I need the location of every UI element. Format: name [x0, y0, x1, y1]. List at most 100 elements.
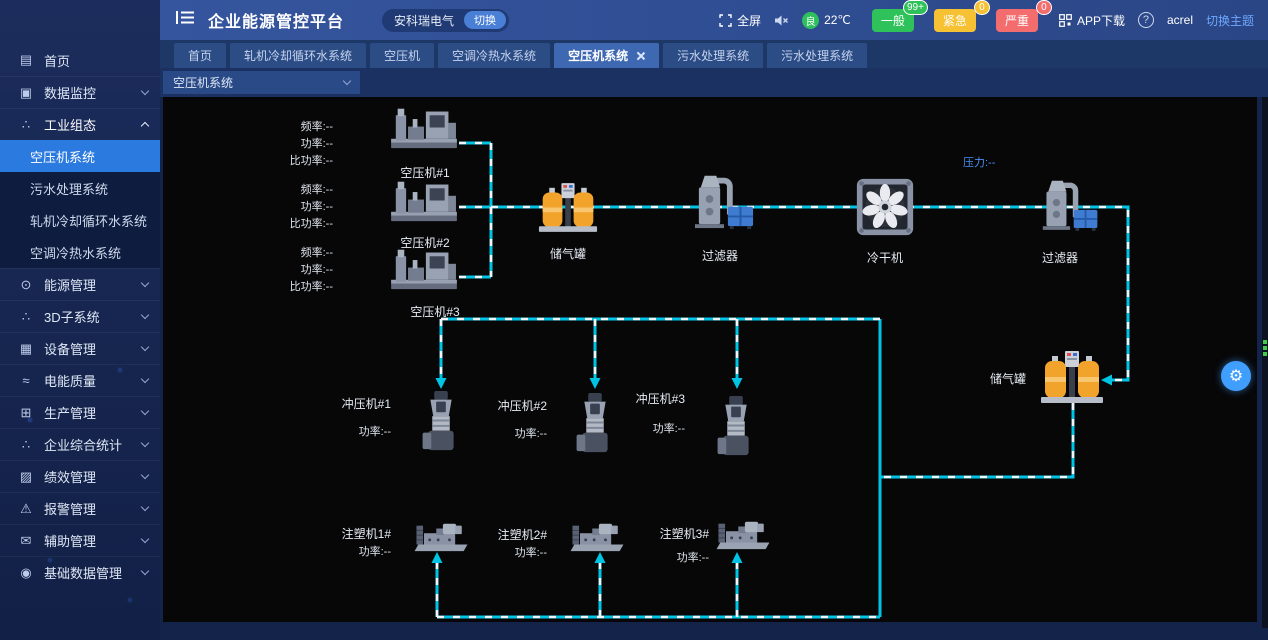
- equipment-label: 注塑机2#: [481, 526, 547, 543]
- power-value: 功率:--: [483, 425, 547, 441]
- sidebar-subitem-hvac-water[interactable]: 空调冷热水系统: [0, 236, 160, 268]
- freq-value: 频率:--: [258, 182, 333, 199]
- equipment-label: 冲压机#1: [327, 395, 391, 412]
- sidebar-item-label: 能源管理: [44, 275, 142, 294]
- sidebar-item-label: 首页: [44, 51, 148, 70]
- refrigerated-dryer: [854, 177, 916, 237]
- power-quality-icon: ≈: [18, 373, 34, 388]
- sidebar-item-label: 企业综合统计: [44, 435, 142, 454]
- tab-bar: 首页 轧机冷却循环水系统 空压机 空调冷热水系统 空压机系统 污水处理系统 污水…: [160, 40, 1268, 68]
- sidebar-item-base-data[interactable]: ◉ 基础数据管理: [0, 556, 160, 588]
- sidebar-subitem-label: 污水处理系统: [30, 179, 108, 198]
- power-value: 功率:--: [258, 199, 333, 216]
- tab-home[interactable]: 首页: [174, 43, 226, 68]
- fullscreen-button[interactable]: 全屏: [719, 12, 761, 29]
- toolbar: 空压机系统: [160, 68, 1268, 97]
- sidebar-subitem-mill-cooling[interactable]: 轧机冷却循环水系统: [0, 204, 160, 236]
- company-selector: 安科瑞电气 切换: [382, 9, 509, 32]
- pressure-value: 压力:--: [963, 154, 995, 170]
- sidebar-item-label: 生产管理: [44, 403, 142, 422]
- sidebar-item-3d[interactable]: ∴ 3D子系统: [0, 300, 160, 332]
- performance-icon: ▨: [18, 469, 34, 485]
- power-value: 功率:--: [325, 543, 391, 559]
- sidebar-item-auxiliary[interactable]: ✉ 辅助管理: [0, 524, 160, 556]
- punch-machine-2: [573, 391, 617, 455]
- alarm-badge-general[interactable]: 一般 99+: [872, 9, 914, 32]
- base-data-icon: ◉: [18, 565, 34, 581]
- air-quality-badge: 良: [802, 12, 819, 29]
- sidebar-logo-area: [0, 0, 160, 44]
- sidebar-subitem-sewage[interactable]: 污水处理系统: [0, 172, 160, 204]
- sidebar-item-power-quality[interactable]: ≈ 电能质量: [0, 364, 160, 396]
- equipment-label: 空压机#3: [395, 303, 475, 320]
- system-select-value: 空压机系统: [173, 74, 233, 91]
- equipment-label: 注塑机3#: [643, 525, 709, 542]
- chevron-down-icon: [141, 87, 149, 95]
- production-icon: ⊞: [18, 405, 34, 421]
- sidebar-item-performance[interactable]: ▨ 绩效管理: [0, 460, 160, 492]
- chevron-down-icon: [141, 535, 149, 543]
- sidebar-subitem-label: 空压机系统: [30, 147, 95, 166]
- injection-machine-3: [715, 518, 771, 552]
- chevron-down-icon: [141, 279, 149, 287]
- help-icon[interactable]: ?: [1138, 12, 1154, 28]
- sidebar-item-alarm[interactable]: ⚠ 报警管理: [0, 492, 160, 524]
- alarm-badge-urgent[interactable]: 紧急 0: [934, 9, 976, 32]
- tab-sewage-2[interactable]: 污水处理系统: [767, 43, 867, 68]
- energy-gauge-icon: ⊙: [18, 277, 34, 293]
- equipment-label: 储气罐: [538, 245, 598, 262]
- app-download-button[interactable]: APP下载: [1059, 12, 1125, 29]
- tab-air-compressor-short[interactable]: 空压机: [370, 43, 434, 68]
- specific-power-value: 比功率:--: [258, 153, 333, 170]
- tab-hvac-water[interactable]: 空调冷热水系统: [438, 43, 550, 68]
- alarm-count-badge: 0: [974, 0, 990, 15]
- sidebar-subitem-label: 轧机冷却循环水系统: [30, 211, 147, 230]
- sidebar-item-device[interactable]: ▦ 设备管理: [0, 332, 160, 364]
- tab-mill-cooling[interactable]: 轧机冷却循环水系统: [230, 43, 366, 68]
- sidebar-item-label: 基础数据管理: [44, 563, 142, 582]
- air-compressor-3: [388, 245, 460, 292]
- punch-machine-1: [419, 389, 463, 453]
- sidebar-item-industrial-scada[interactable]: ∴ 工业组态: [0, 108, 160, 140]
- air-compressor-2: [388, 177, 460, 224]
- username-label[interactable]: acrel: [1167, 13, 1193, 27]
- content-area: 空压机#1 频率:-- 功率:-- 比功率:-- 空压机#2 频率:-- 功率:…: [160, 97, 1268, 640]
- gas-tank-1: [538, 180, 598, 235]
- power-value: 功率:--: [327, 423, 391, 439]
- chevron-up-icon: [141, 122, 149, 130]
- auxiliary-icon: ✉: [18, 533, 34, 549]
- sidebar-item-production[interactable]: ⊞ 生产管理: [0, 396, 160, 428]
- sidebar-subitem-air-compressor[interactable]: 空压机系统: [0, 140, 160, 172]
- injection-machine-1: [413, 520, 469, 554]
- menu-collapse-icon[interactable]: [176, 10, 194, 30]
- sidebar-item-energy[interactable]: ⊙ 能源管理: [0, 268, 160, 300]
- sidebar-item-home[interactable]: ▤ 首页: [0, 44, 160, 76]
- specific-power-value: 比功率:--: [258, 216, 333, 233]
- mute-button[interactable]: [774, 14, 789, 27]
- tab-sewage-1[interactable]: 污水处理系统: [663, 43, 763, 68]
- chevron-down-icon: [141, 439, 149, 447]
- equipment-label: 过滤器: [690, 247, 750, 264]
- compressor2-params: 频率:-- 功率:-- 比功率:--: [258, 182, 333, 233]
- alarm-badge-severe[interactable]: 严重 0: [996, 9, 1038, 32]
- sidebar-item-enterprise-stats[interactable]: ∴ 企业综合统计: [0, 428, 160, 460]
- system-select-dropdown[interactable]: 空压机系统: [163, 71, 360, 94]
- specific-power-value: 比功率:--: [258, 279, 333, 296]
- theme-switch-link[interactable]: 切换主题: [1206, 12, 1254, 29]
- gear-icon[interactable]: [1221, 361, 1251, 391]
- canvas-scrollbar[interactable]: [1262, 97, 1268, 628]
- device-icon: ▦: [18, 341, 34, 357]
- close-tab-icon[interactable]: [635, 51, 645, 61]
- company-switch-button[interactable]: 切换: [464, 11, 506, 29]
- company-name: 安科瑞电气: [394, 12, 454, 29]
- tab-air-compressor-system[interactable]: 空压机系统: [554, 43, 659, 68]
- sidebar-submenu: 空压机系统 污水处理系统 轧机冷却循环水系统 空调冷热水系统: [0, 140, 160, 268]
- scrollbar-thumb[interactable]: [1263, 340, 1267, 358]
- sidebar-item-data-monitor[interactable]: ▣ 数据监控: [0, 76, 160, 108]
- sidebar-item-label: 报警管理: [44, 499, 142, 518]
- power-value: 功率:--: [258, 262, 333, 279]
- chevron-down-icon: [141, 343, 149, 351]
- sidebar: ▤ 首页 ▣ 数据监控 ∴ 工业组态 空压机系统 污水处理系统 轧机冷却循环水系…: [0, 0, 160, 640]
- alarm-count-badge: 0: [1036, 0, 1052, 15]
- sidebar-subitem-label: 空调冷热水系统: [30, 243, 121, 262]
